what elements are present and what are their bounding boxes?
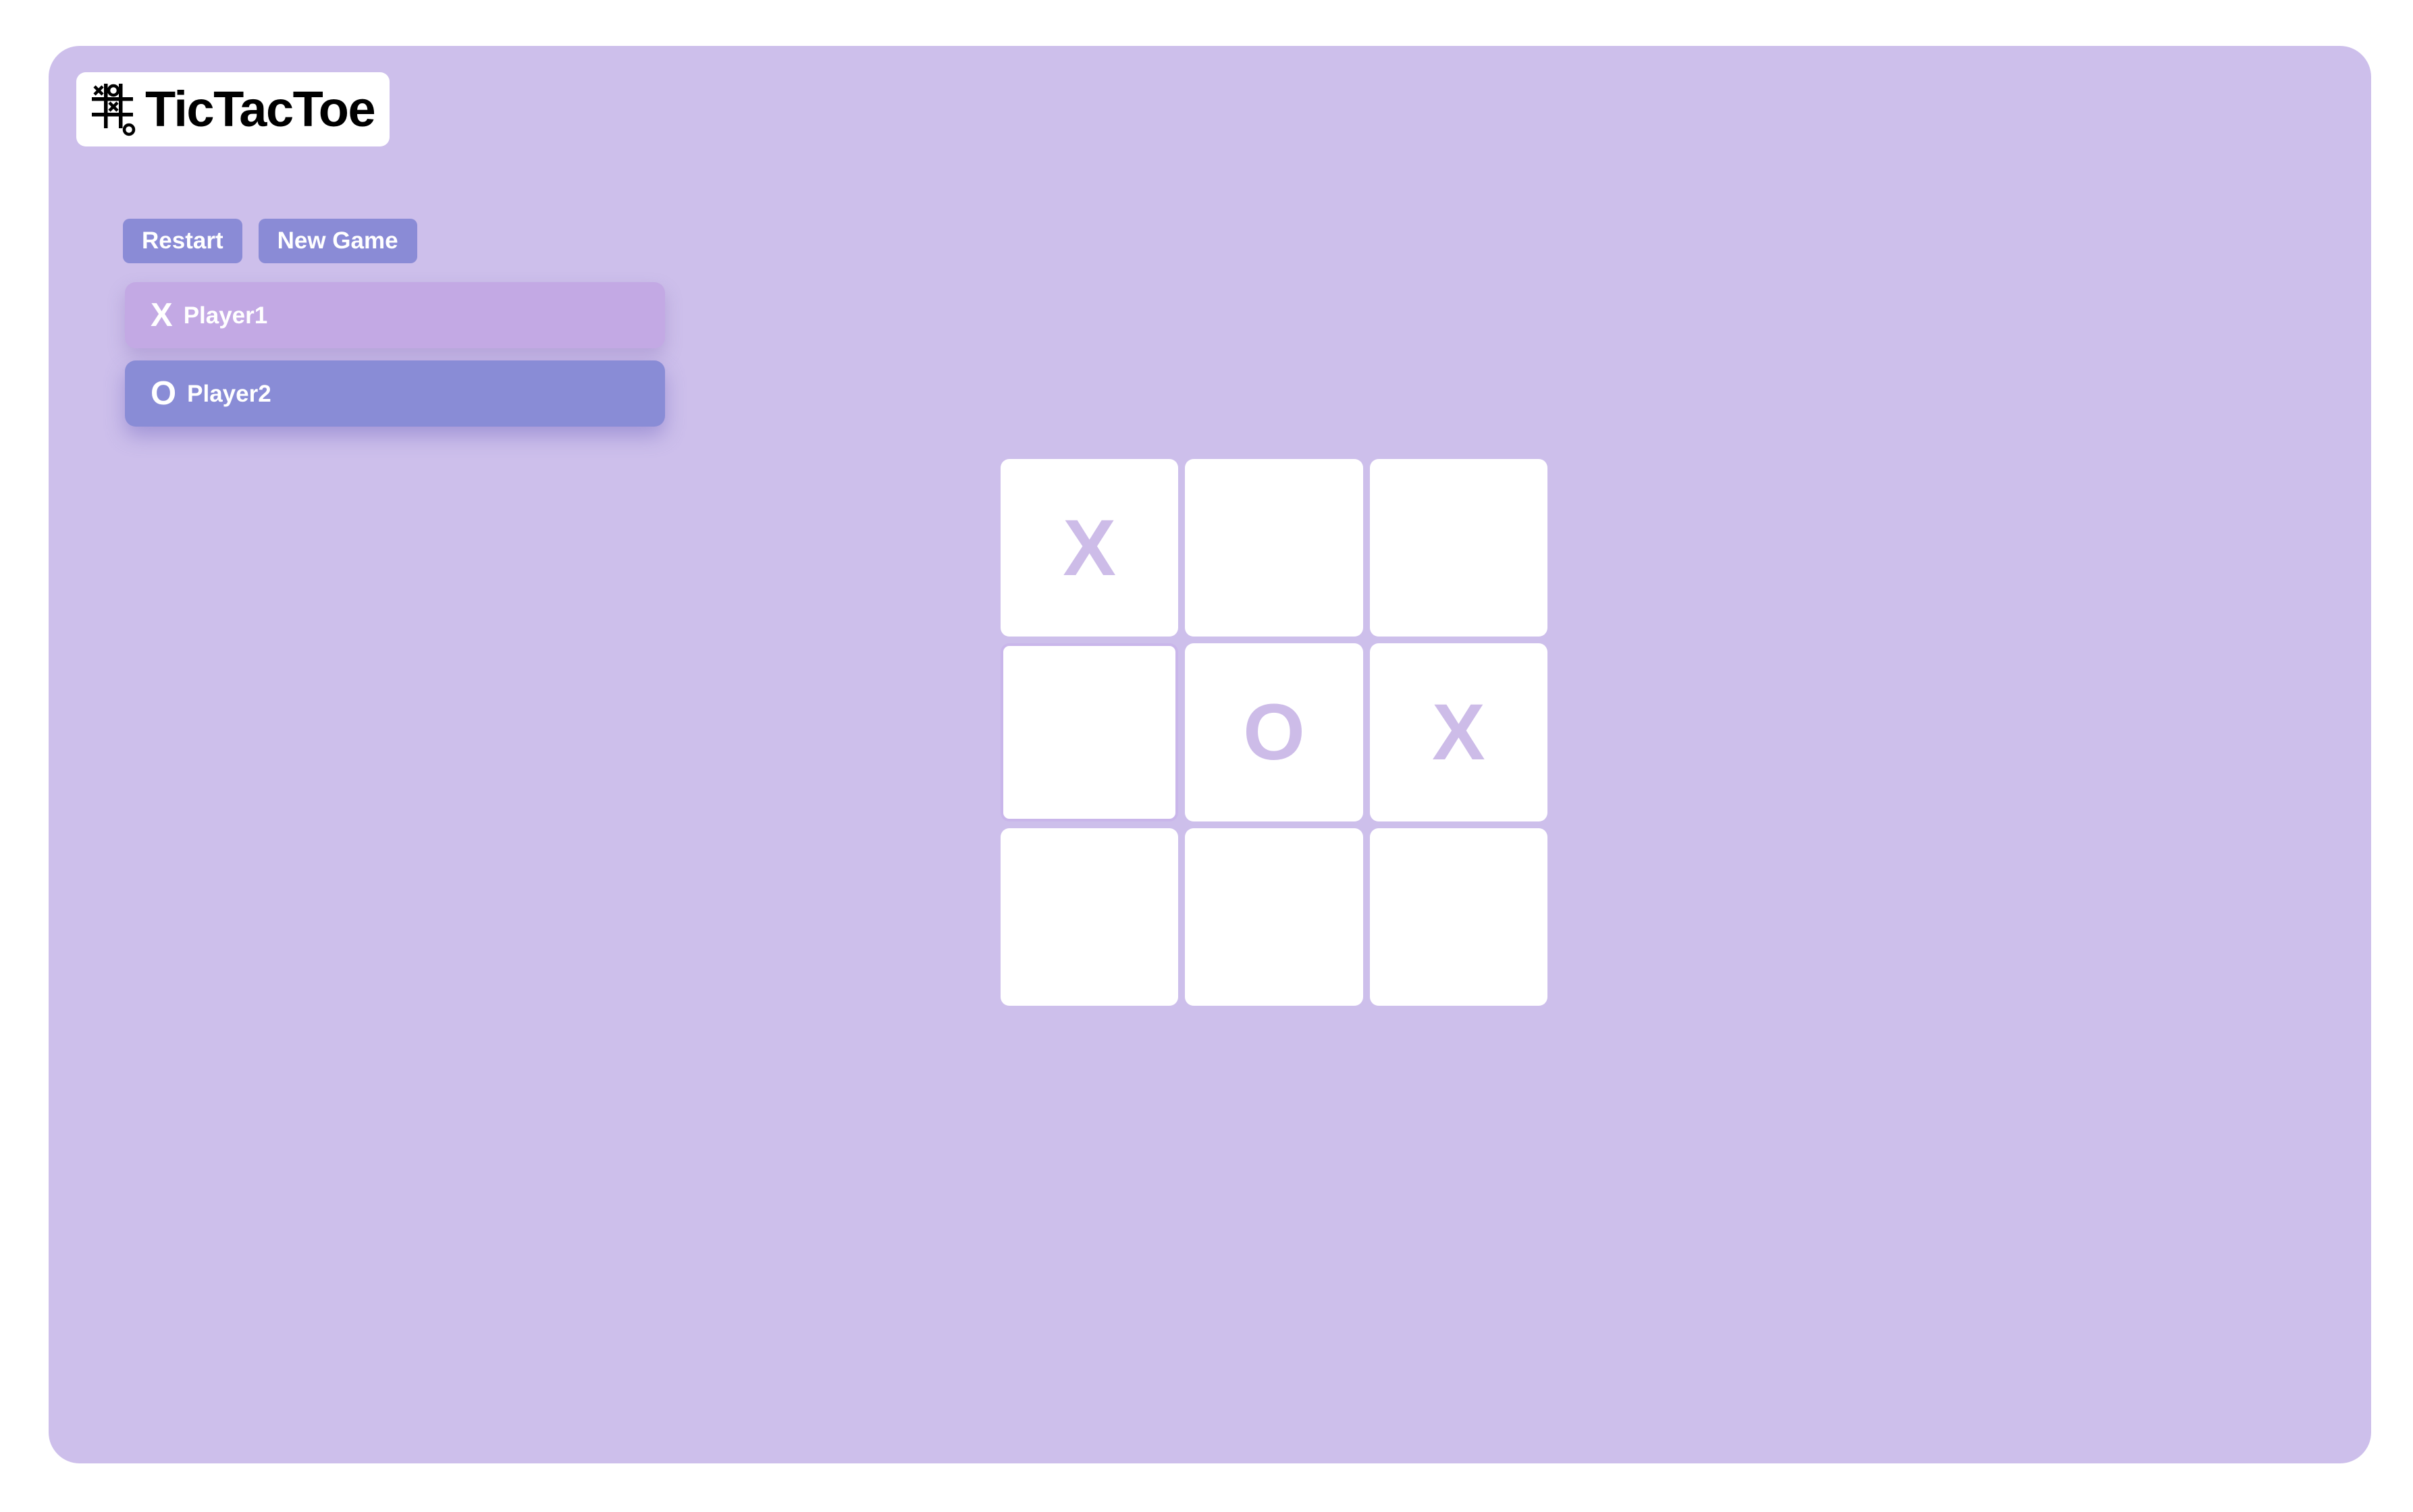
board-cell[interactable]: X (1001, 459, 1179, 637)
board-cell[interactable] (1369, 828, 1547, 1006)
app-title: TicTacToe (145, 81, 376, 137)
toolbar: Restart New Game (123, 219, 417, 263)
board-cell[interactable]: X (1369, 643, 1547, 821)
board-cell[interactable] (1001, 643, 1179, 821)
player-name-1: Player1 (183, 302, 268, 329)
app-header: TicTacToe (76, 72, 390, 146)
tictactoe-grid-icon (92, 84, 136, 136)
new-game-button[interactable]: New Game (258, 219, 417, 263)
player-badge-2[interactable]: O Player2 (125, 360, 665, 427)
player-name-2: Player2 (187, 380, 271, 407)
restart-button[interactable]: Restart (123, 219, 242, 263)
player-mark-x: X (151, 296, 173, 333)
player-mark-o: O (151, 375, 177, 412)
board-cell[interactable] (1001, 828, 1179, 1006)
board-cell[interactable] (1369, 459, 1547, 637)
board-cell[interactable]: O (1185, 643, 1363, 821)
app-card: TicTacToe Restart New Game X Player1 O P… (49, 46, 2371, 1463)
player-list: X Player1 O Player2 (125, 282, 665, 427)
board-cell[interactable] (1185, 828, 1363, 1006)
player-badge-1[interactable]: X Player1 (125, 282, 665, 348)
game-board: X O X (1001, 459, 1547, 1006)
board-cell[interactable] (1185, 459, 1363, 637)
